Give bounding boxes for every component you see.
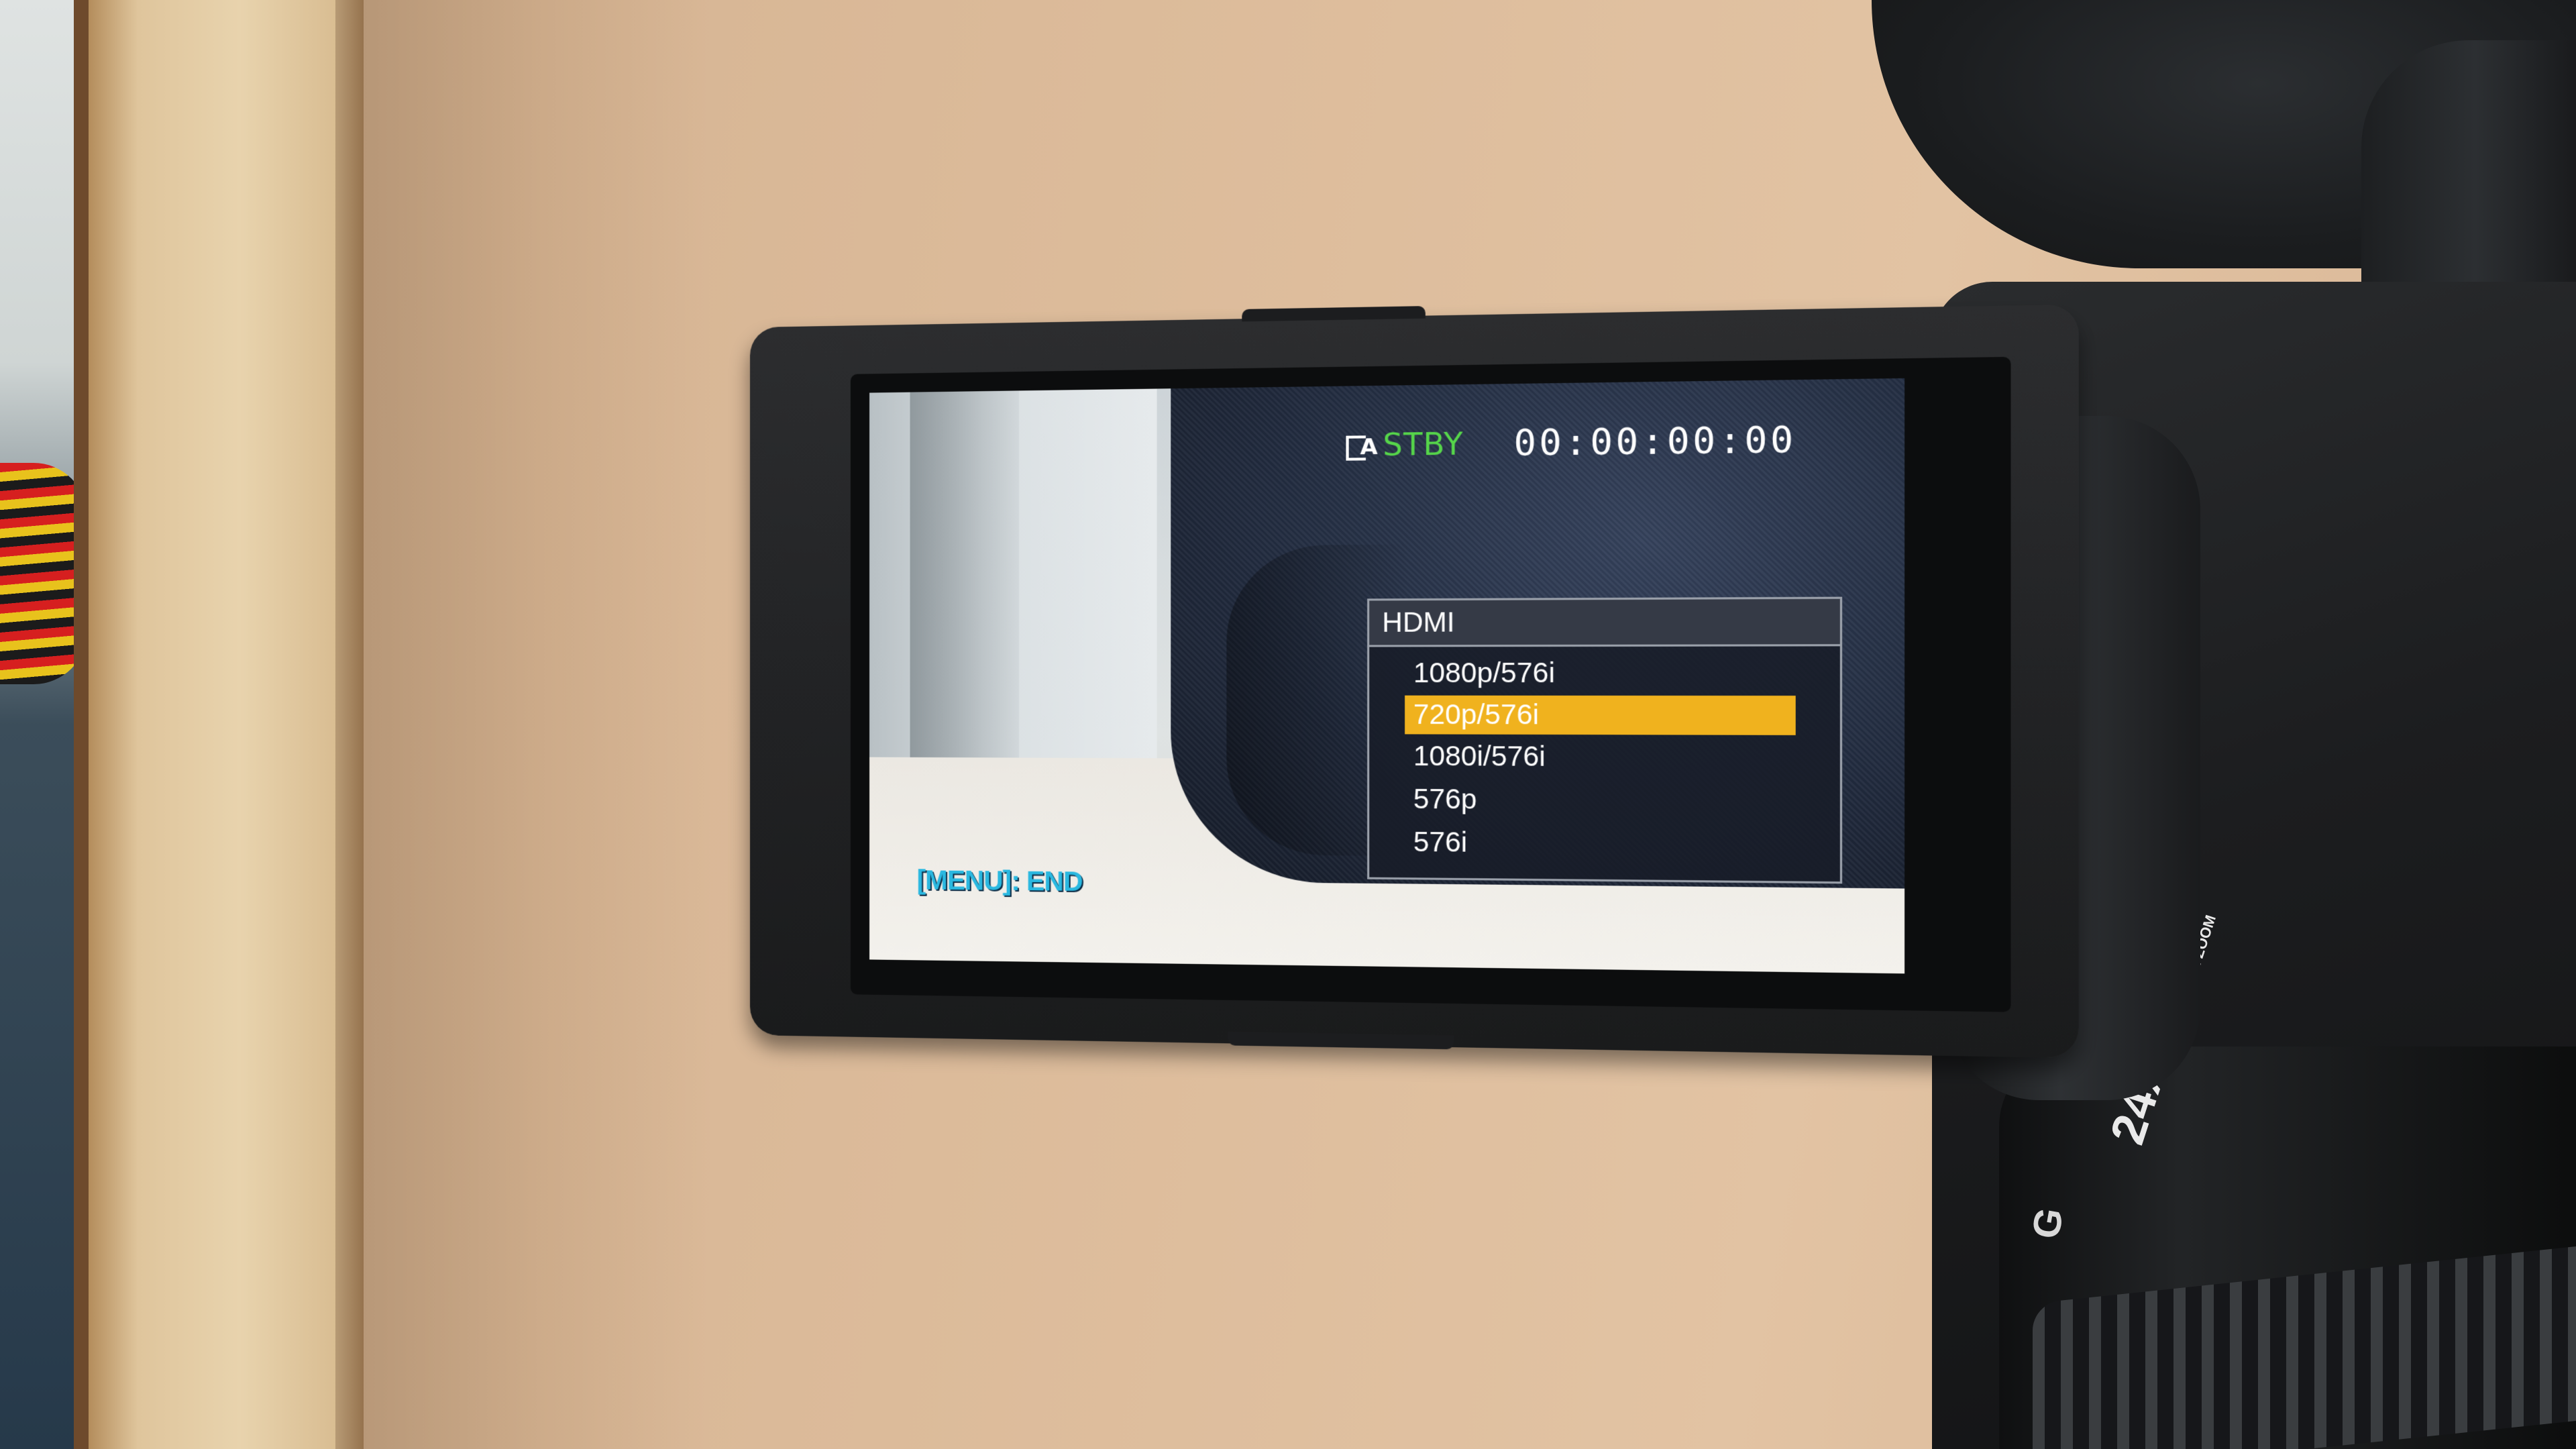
background-wall (0, 0, 80, 1449)
record-status: STBY (1383, 427, 1463, 463)
menu-end-hint: [MENU]: END (917, 865, 1083, 898)
menu-title: HDMI (1369, 599, 1840, 647)
memory-card-icon: A (1346, 431, 1377, 460)
menu-option-720p-576i[interactable]: 720p/576i (1405, 696, 1796, 735)
lcd-panel[interactable]: A STBY 00:00:00:00 HDMI 1080p/576i 720p/… (750, 305, 2079, 1059)
photo-scene: G 24x CLEAR IMAGE ZOOM A STBY 00:0 (0, 0, 2576, 1449)
menu-option-576i[interactable]: 576i (1369, 821, 1840, 867)
menu-option-576p[interactable]: 576p (1369, 778, 1840, 822)
timecode: 00:00:00:00 (1513, 419, 1796, 464)
menu-option-1080p-576i[interactable]: 1080p/576i (1369, 652, 1840, 694)
osd-status-bar: A STBY 00:00:00:00 (1346, 419, 1796, 466)
lcd-tab-bottom (1228, 1032, 1454, 1049)
lcd-bezel: A STBY 00:00:00:00 HDMI 1080p/576i 720p/… (851, 357, 2011, 1012)
wooden-box (74, 0, 364, 1449)
viewfinder-wall-shadow (910, 390, 1019, 771)
menu-option-1080i-576i[interactable]: 1080i/576i (1369, 735, 1840, 779)
lcd-screen[interactable]: A STBY 00:00:00:00 HDMI 1080p/576i 720p/… (869, 378, 1904, 973)
lcd-tab-top (1242, 306, 1426, 321)
box-shadow (335, 0, 711, 1449)
hdmi-menu: HDMI 1080p/576i 720p/576i 1080i/576i 576… (1367, 597, 1842, 884)
menu-option-list: 1080p/576i 720p/576i 1080i/576i 576p 576… (1369, 646, 1840, 867)
